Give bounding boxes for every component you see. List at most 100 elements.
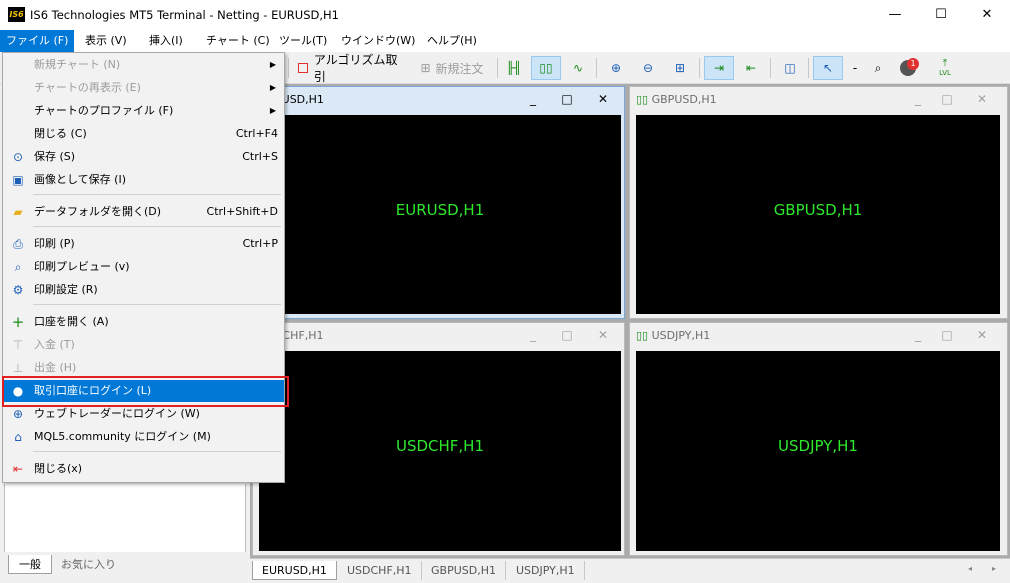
chart-shift-icon[interactable]: ⇤	[738, 56, 764, 80]
chart-title-text: GBPUSD,H1	[651, 93, 717, 106]
menu-item-label: 印刷プレビュー (v)	[34, 260, 130, 273]
line-chart-icon[interactable]: ∿	[565, 56, 591, 80]
menu-close[interactable]: 閉じる (C) Ctrl+F4	[4, 123, 284, 145]
tab-favorites[interactable]: お気に入り	[51, 555, 126, 574]
menu-item-label: 閉じる (C)	[34, 127, 87, 140]
chart-maximize-button[interactable]: □	[937, 326, 957, 344]
auto-scroll-icon[interactable]: ⇥	[704, 56, 734, 80]
notifications-icon[interactable]: 1	[895, 56, 921, 80]
menu-exit[interactable]: ⇤ 閉じる(x)	[4, 458, 284, 480]
menu-shortcut: Ctrl+Shift+D	[206, 205, 278, 218]
menu-item-label: チャートの再表示 (E)	[34, 81, 141, 94]
grid-icon[interactable]: ⊞	[667, 56, 693, 80]
toolbar-separator	[699, 58, 700, 78]
menu-separator	[33, 194, 281, 195]
toolbar-separator	[770, 58, 771, 78]
chart-symbol-label: USDCHF,H1	[395, 437, 485, 455]
exit-icon: ⇤	[12, 462, 24, 476]
chart-plot[interactable]: EURUSD,H1	[259, 115, 621, 314]
tab-eurusd[interactable]: EURUSD,H1	[252, 561, 337, 580]
menu-login-mql5[interactable]: ⌂ MQL5.community にログイン (M)	[4, 426, 284, 448]
menu-insert[interactable]: 挿入(I)	[143, 30, 189, 52]
stop-icon	[298, 63, 308, 73]
menu-chart[interactable]: チャート (C)	[200, 30, 276, 52]
menu-view[interactable]: 表示 (V)	[79, 30, 133, 52]
chart-title-text: USDJPY,H1	[651, 329, 711, 342]
chart-plot[interactable]: USDCHF,H1	[259, 351, 621, 551]
globe-icon: ⊕	[12, 407, 24, 421]
menu-tools[interactable]: ツール(T)	[273, 30, 333, 52]
chart-minimize-button[interactable]: _	[908, 90, 928, 108]
level-label: LVL	[939, 69, 951, 77]
menu-save-as-image[interactable]: ▣ 画像として保存 (I)	[4, 169, 284, 191]
submenu-arrow-icon: ▶	[269, 60, 276, 69]
tab-usdchf[interactable]: USDCHF,H1	[338, 561, 422, 580]
menu-shortcut: Ctrl+P	[242, 237, 278, 250]
highlight-frame	[2, 376, 289, 407]
deposit-icon: ⊤	[12, 338, 24, 352]
menu-item-label: 閉じる(x)	[34, 462, 83, 475]
maximize-button[interactable]: ☐	[918, 0, 964, 30]
menu-open-account[interactable]: + 口座を開く (A)	[4, 311, 284, 333]
menu-open-data-folder[interactable]: ▰ データフォルダを開く(D) Ctrl+Shift+D	[4, 201, 284, 223]
navigator-content	[4, 484, 246, 552]
zoom-in-icon[interactable]: ⊕	[603, 56, 629, 80]
algo-trading-button[interactable]: アルゴリズム取引	[298, 53, 408, 84]
menu-item-label: 新規チャート (N)	[34, 58, 121, 71]
chart-window-usdjpy[interactable]: ▯▯ USDJPY,H1 _ □ ✕ USDJPY,H1	[629, 322, 1008, 556]
menu-shortcut: Ctrl+F4	[235, 127, 278, 140]
print-preview-icon: ⌕	[14, 260, 22, 274]
toolbar-separator	[497, 58, 498, 78]
menu-deposit[interactable]: ⊤ 入金 (T)	[4, 334, 284, 356]
chart-maximize-button[interactable]: □	[557, 326, 577, 344]
crosshair-dash[interactable]: -	[847, 56, 863, 80]
notification-badge: 1	[907, 58, 919, 70]
chart-minimize-button[interactable]: _	[523, 326, 543, 344]
chart-close-button[interactable]: ✕	[593, 326, 613, 344]
chart-maximize-button[interactable]: □	[557, 90, 577, 108]
level-icon[interactable]: ⤒ LVL	[932, 56, 958, 80]
menu-file[interactable]: ファイル (F)	[0, 30, 75, 52]
menu-chart-profile[interactable]: チャートのプロファイル (F) ▶	[4, 100, 284, 122]
chart-plot[interactable]: GBPUSD,H1	[636, 115, 1000, 314]
toolbar-separator	[808, 58, 809, 78]
candlestick-chart-icon[interactable]: ▯▯	[531, 56, 561, 80]
chart-maximize-button[interactable]: □	[937, 90, 957, 108]
tab-scroll-right-icon[interactable]: ▸	[992, 564, 996, 573]
search-icon[interactable]: ⌕	[866, 56, 890, 80]
minimize-button[interactable]: —	[872, 0, 918, 30]
zoom-out-icon[interactable]: ⊖	[635, 56, 661, 80]
chart-minimize-button[interactable]: _	[523, 90, 543, 108]
menu-window[interactable]: ウインドウ(W)	[335, 30, 421, 52]
menu-bar: ファイル (F) 表示 (V) 挿入(I) チャート (C) ツール(T) ウイ…	[0, 30, 1010, 52]
tab-scroll-left-icon[interactable]: ◂	[968, 564, 972, 573]
chart-plot[interactable]: USDJPY,H1	[636, 351, 1000, 551]
chart-window-eurusd[interactable]: EURUSD,H1 _ □ ✕ EURUSD,H1	[252, 86, 625, 319]
close-button[interactable]: ✕	[964, 0, 1010, 30]
chart-symbol-label: GBPUSD,H1	[773, 201, 863, 219]
chart-minimize-button[interactable]: _	[908, 326, 928, 344]
tab-usdjpy[interactable]: USDJPY,H1	[507, 561, 585, 580]
menu-print-preview[interactable]: ⌕ 印刷プレビュー (v)	[4, 256, 284, 278]
chart-window-gbpusd[interactable]: ▯▯ GBPUSD,H1 _ □ ✕ GBPUSD,H1	[629, 86, 1008, 319]
tab-gbpusd[interactable]: GBPUSD,H1	[422, 561, 506, 580]
menu-reopen-chart[interactable]: チャートの再表示 (E) ▶	[4, 77, 284, 99]
menu-print-setup[interactable]: ⚙ 印刷設定 (R)	[4, 279, 284, 301]
menu-help[interactable]: ヘルプ(H)	[421, 30, 483, 52]
algo-trading-label: アルゴリズム取引	[313, 53, 398, 84]
chart-window-usdchf[interactable]: USDCHF,H1 _ □ ✕ USDCHF,H1	[252, 322, 625, 556]
menu-print[interactable]: ⎙ 印刷 (P) Ctrl+P	[4, 233, 284, 255]
menu-item-label: 口座を開く (A)	[34, 315, 109, 328]
chart-close-button[interactable]: ✕	[972, 326, 992, 344]
menu-new-chart[interactable]: 新規チャート (N) ▶	[4, 54, 284, 76]
chart-close-button[interactable]: ✕	[972, 90, 992, 108]
screenshot-icon[interactable]: ◫	[777, 56, 803, 80]
title-bar: IS6 IS6 Technologies MT5 Terminal - Nett…	[0, 0, 1010, 30]
menu-save[interactable]: ⊙ 保存 (S) Ctrl+S	[4, 146, 284, 168]
bar-chart-icon[interactable]: ╟╢	[502, 56, 526, 80]
chart-close-button[interactable]: ✕	[593, 90, 613, 108]
cursor-icon[interactable]: ↖	[813, 56, 843, 80]
tab-general[interactable]: 一般	[8, 555, 52, 574]
app-logo-icon: IS6	[8, 7, 25, 22]
new-order-button[interactable]: ⊞ 新規注文	[412, 56, 492, 80]
